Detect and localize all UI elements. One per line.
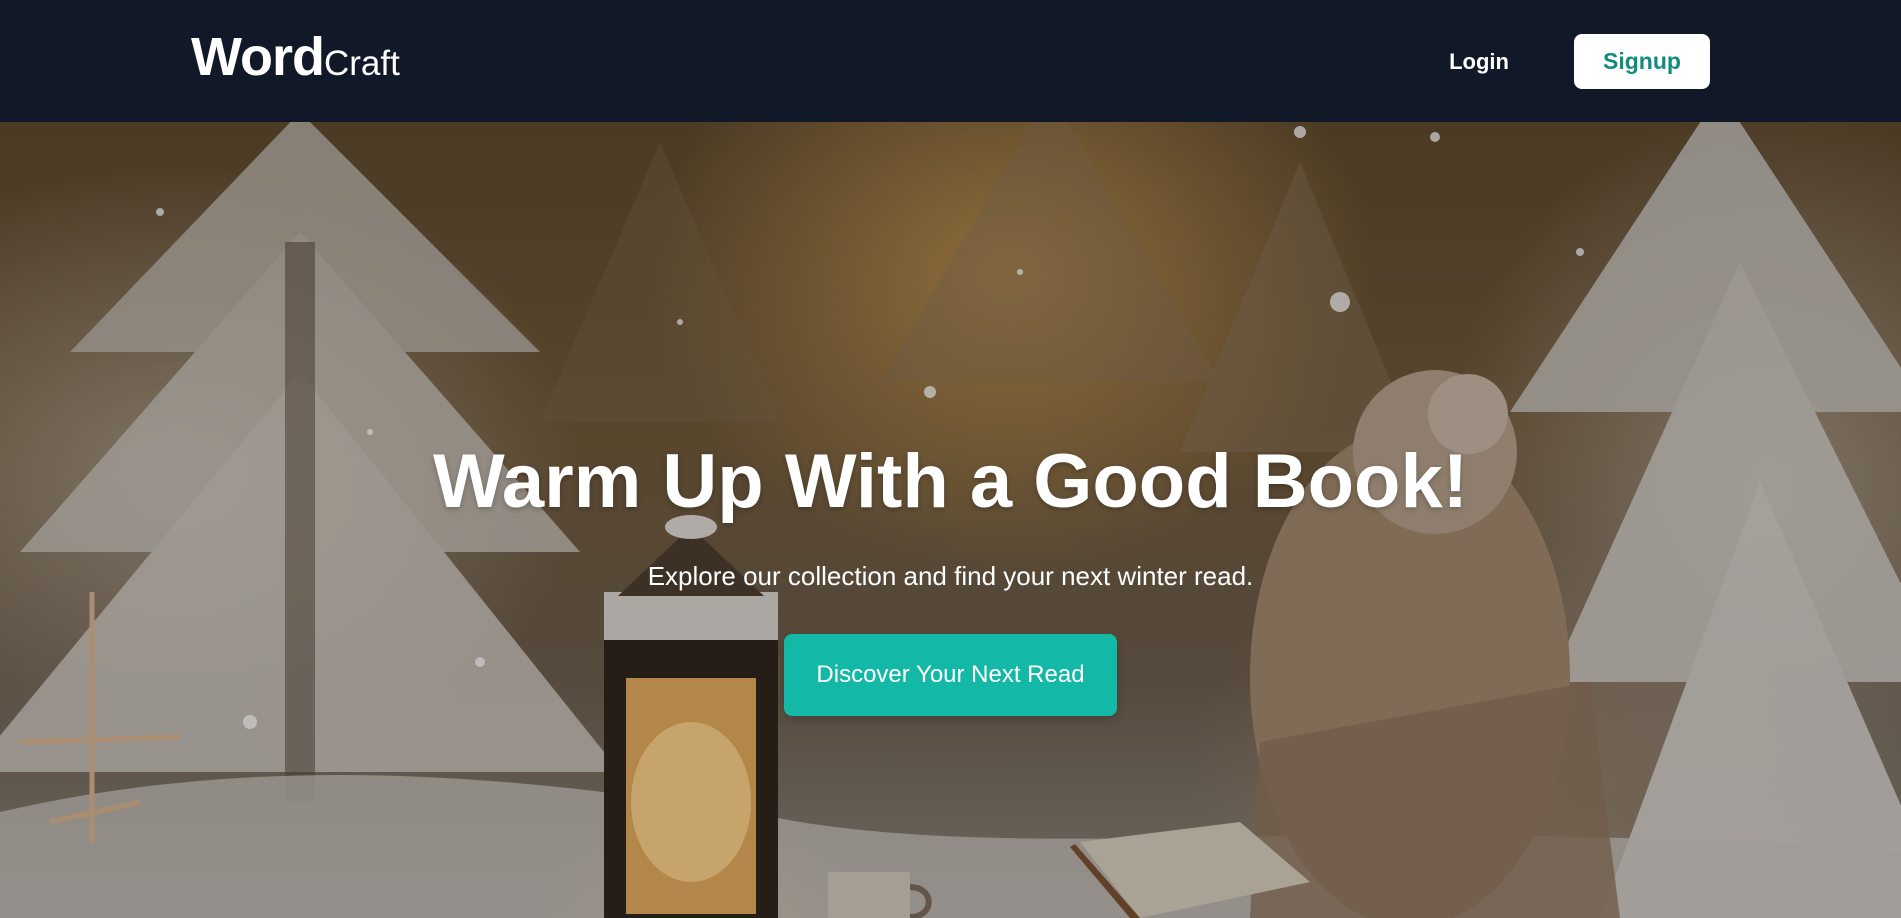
brand-logo[interactable]: WordCraft bbox=[191, 30, 400, 84]
signup-button[interactable]: Signup bbox=[1574, 34, 1710, 89]
discover-button[interactable]: Discover Your Next Read bbox=[784, 634, 1117, 716]
brand-craft: Craft bbox=[323, 44, 400, 83]
login-link[interactable]: Login bbox=[1420, 44, 1538, 80]
hero-subtitle: Explore our collection and find your nex… bbox=[647, 561, 1254, 591]
top-navbar: WordCraft Login Signup bbox=[0, 0, 1901, 122]
hero-title: Warm Up With a Good Book! bbox=[432, 439, 1469, 524]
brand-word: Word bbox=[191, 27, 325, 87]
hero-section: Warm Up With a Good Book! Explore our co… bbox=[0, 122, 1901, 918]
